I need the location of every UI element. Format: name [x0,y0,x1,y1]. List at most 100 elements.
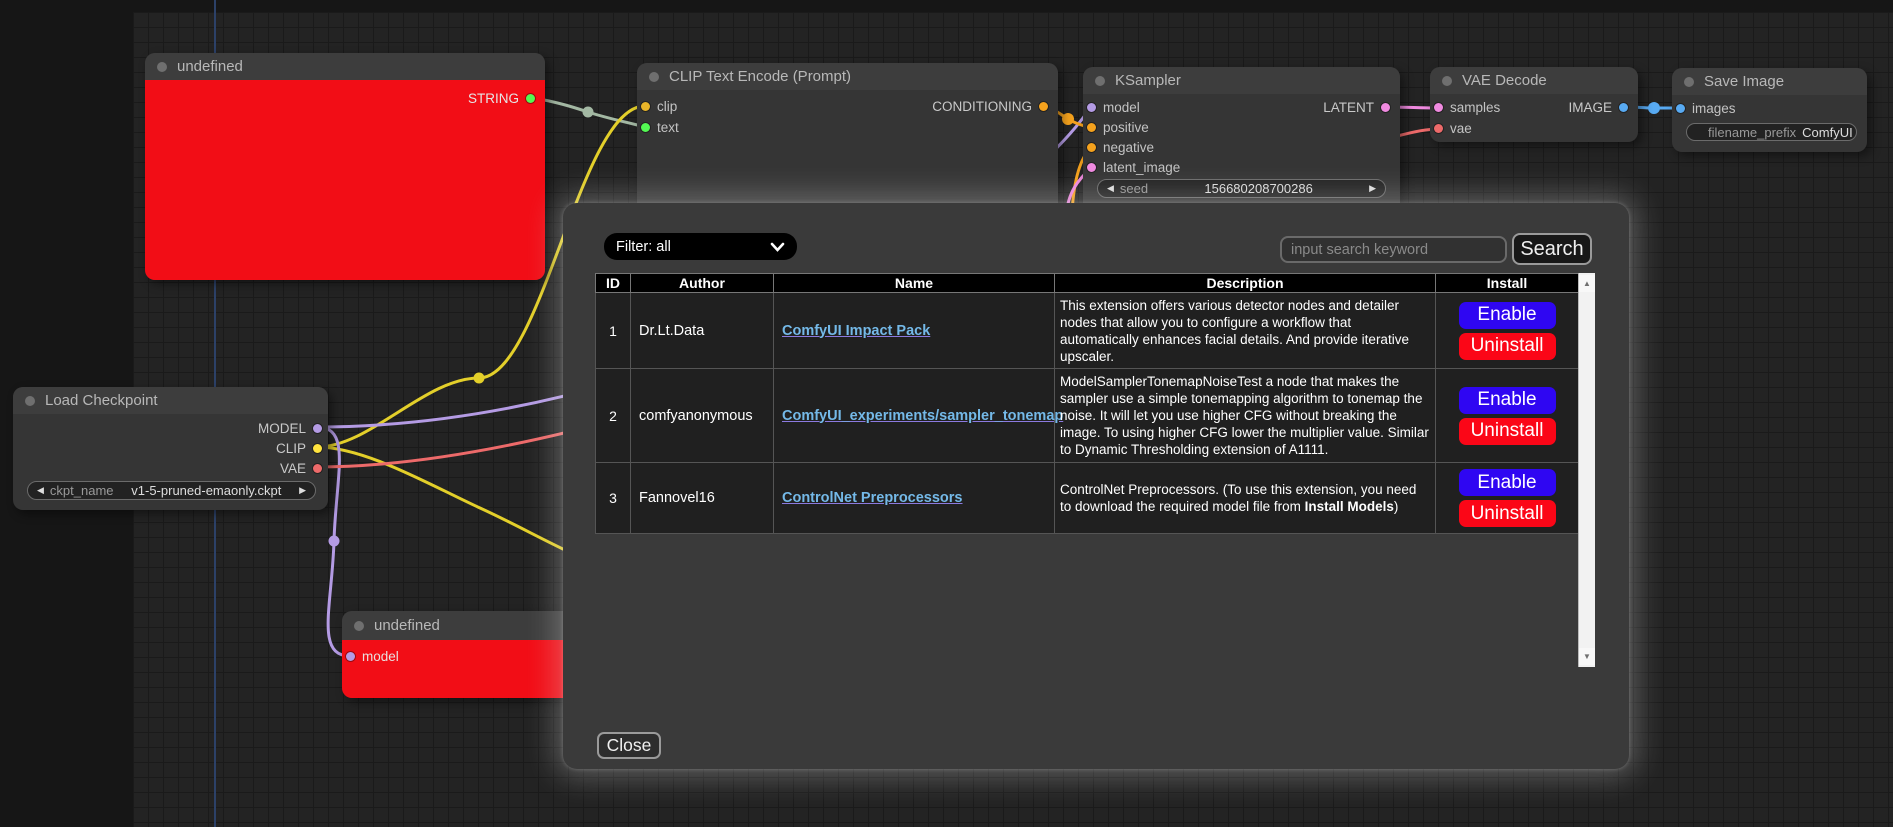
port-dot[interactable] [1434,103,1443,112]
output-port: STRING [464,88,539,109]
port-label: images [1692,101,1736,116]
port-dot[interactable] [313,444,322,453]
node-ksampler[interactable]: KSampler model positive negative latent_… [1083,67,1400,220]
column-header-author: Author [631,274,774,293]
search-input[interactable] [1280,236,1507,263]
node-load-checkpoint[interactable]: Load Checkpoint MODEL CLIP VAE ◀ ckpt_na… [13,387,328,510]
output-port: CLIP [13,438,328,458]
node-title: undefined [177,58,243,75]
port-dot[interactable] [1381,103,1390,112]
port-dot[interactable] [1087,163,1096,172]
port-label: positive [1103,120,1149,135]
port-dot[interactable] [1434,124,1443,133]
port-dot[interactable] [313,424,322,433]
scroll-down-icon[interactable]: ▼ [1579,648,1595,665]
collapse-dot-icon[interactable] [1095,76,1105,86]
output-port: LATENT [1319,97,1394,118]
port-dot[interactable] [1039,102,1048,111]
port-dot[interactable] [346,652,355,661]
output-port: IMAGE [1564,97,1632,118]
port-dot[interactable] [1087,103,1096,112]
install-cell: Enable Uninstall [1436,293,1579,369]
node-title: undefined [374,617,440,634]
port-dot[interactable] [526,94,535,103]
node-title-bar[interactable]: Save Image [1672,68,1867,95]
port-label: LATENT [1323,100,1374,115]
uninstall-button[interactable]: Uninstall [1459,500,1556,527]
node-title-bar[interactable]: VAE Decode [1430,67,1638,94]
port-dot[interactable] [1087,143,1096,152]
prev-arrow-icon[interactable]: ◀ [1107,184,1114,193]
node-body: samples vae IMAGE [1430,94,1638,139]
port-dot[interactable] [641,102,650,111]
node-undefined-top[interactable]: undefined STRING [145,53,545,280]
output-port: MODEL [13,418,328,438]
node-title-bar[interactable]: undefined [145,53,545,80]
input-port: images [1672,98,1867,119]
collapse-dot-icon[interactable] [157,62,167,72]
node-title-bar[interactable]: Load Checkpoint [13,387,328,414]
extension-link[interactable]: ComfyUI Impact Pack [782,323,930,339]
node-title-bar[interactable]: CLIP Text Encode (Prompt) [637,63,1058,90]
collapse-dot-icon[interactable] [1442,76,1452,86]
scroll-up-icon[interactable]: ▲ [1579,275,1595,292]
output-port: VAE [13,458,328,478]
search-button[interactable]: Search [1512,233,1592,265]
node-title: KSampler [1115,72,1181,89]
comfyui-canvas[interactable]: undefined STRING CLIP Text Encode (Promp… [0,0,1893,827]
port-dot[interactable] [1087,123,1096,132]
close-button[interactable]: Close [597,732,661,759]
extensions-table: ID Author Name Description Install 1 Dr.… [595,273,1579,534]
collapse-dot-icon[interactable] [354,621,364,631]
enable-button[interactable]: Enable [1459,302,1556,329]
node-body: STRING [145,80,545,280]
node-clip-text-encode[interactable]: CLIP Text Encode (Prompt) clip text COND… [637,63,1058,213]
enable-button[interactable]: Enable [1459,387,1556,414]
node-save-image[interactable]: Save Image images filename_prefix ComfyU… [1672,68,1867,152]
port-label: clip [657,99,677,114]
description-text: ) [1394,499,1399,514]
filename-prefix-widget[interactable]: filename_prefix ComfyUI [1686,123,1857,141]
port-dot[interactable] [313,464,322,473]
install-cell: Enable Uninstall [1436,369,1579,463]
port-label: model [362,649,399,664]
enable-button[interactable]: Enable [1459,469,1556,496]
collapse-dot-icon[interactable] [649,72,659,82]
table-row: 1 Dr.Lt.Data ComfyUI Impact Pack This ex… [596,293,1579,369]
filter-value: Filter: all [616,239,671,255]
table-header-row: ID Author Name Description Install [596,274,1579,293]
node-title: CLIP Text Encode (Prompt) [669,68,851,85]
node-body: images filename_prefix ComfyUI [1672,95,1867,119]
port-label: CLIP [276,441,306,456]
extensions-table-container[interactable]: ID Author Name Description Install 1 Dr.… [595,273,1595,667]
extension-author: Dr.Lt.Data [631,293,774,369]
next-arrow-icon[interactable]: ▶ [299,486,306,495]
table-row: 3 Fannovel16 ControlNet Preprocessors Co… [596,463,1579,534]
seed-widget[interactable]: ◀ seed 156680208700286 ▶ [1097,179,1386,198]
description-bold-text: Install Models [1305,499,1394,514]
port-label: latent_image [1103,160,1180,175]
prev-arrow-icon[interactable]: ◀ [37,486,44,495]
collapse-dot-icon[interactable] [1684,77,1694,87]
uninstall-button[interactable]: Uninstall [1459,418,1556,445]
input-port: negative [1083,137,1400,157]
ckpt-name-widget[interactable]: ◀ ckpt_name v1-5-pruned-emaonly.ckpt ▶ [27,481,316,500]
filter-select[interactable]: Filter: all [604,233,797,260]
node-title-bar[interactable]: KSampler [1083,67,1400,94]
node-title: Save Image [1704,73,1784,90]
port-dot[interactable] [1676,104,1685,113]
port-label: samples [1450,100,1500,115]
uninstall-button[interactable]: Uninstall [1459,333,1556,360]
column-header-description: Description [1055,274,1436,293]
node-vae-decode[interactable]: VAE Decode samples vae IMAGE [1430,67,1638,142]
port-dot[interactable] [641,123,650,132]
port-dot[interactable] [1619,103,1628,112]
next-arrow-icon[interactable]: ▶ [1369,184,1376,193]
extension-id: 3 [596,463,631,534]
table-scrollbar[interactable]: ▲ ▼ [1578,273,1595,667]
collapse-dot-icon[interactable] [25,396,35,406]
extension-link[interactable]: ControlNet Preprocessors [782,490,963,506]
extension-description: ModelSamplerTonemapNoiseTest a node that… [1055,369,1436,463]
input-port: positive [1083,117,1400,137]
extension-link[interactable]: ComfyUI_experiments/sampler_tonemap [782,408,1063,424]
